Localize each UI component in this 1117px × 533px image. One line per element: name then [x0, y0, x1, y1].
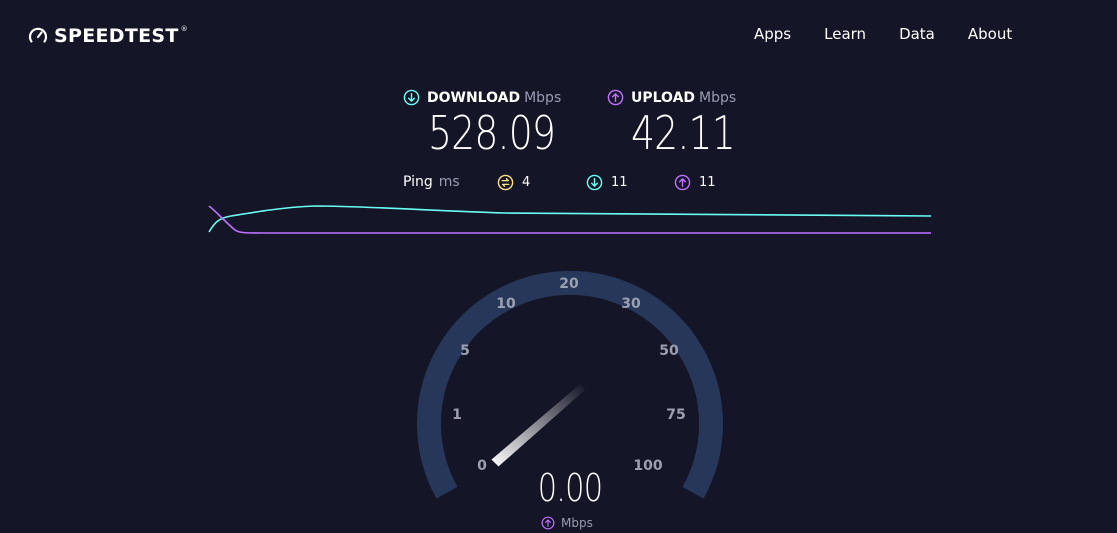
ping-download: 11: [586, 174, 628, 191]
upload-value: 42.11: [631, 106, 736, 160]
download-result: DOWNLOAD Mbps 528.09: [403, 89, 583, 160]
gauge-needle: [491, 384, 586, 467]
logo-text: SPEEDTEST: [54, 25, 179, 47]
gauge-label-75: 75: [666, 407, 686, 423]
upload-result: UPLOAD Mbps 42.11: [607, 89, 758, 160]
download-label: DOWNLOAD: [427, 89, 521, 106]
upload-speed-line: [208, 205, 931, 234]
gauge-label-100: 100: [633, 458, 663, 474]
upload-arrow-icon: [607, 89, 624, 106]
nav-about[interactable]: About: [968, 25, 1012, 43]
gauge-label-10: 10: [496, 296, 516, 312]
gauge-label-20: 20: [559, 276, 579, 292]
gauge-label-50: 50: [659, 343, 679, 359]
ping-upload: 11: [674, 174, 716, 191]
nav-apps[interactable]: Apps: [754, 25, 791, 43]
ping-download-value: 11: [611, 175, 628, 190]
ping-idle: 4: [497, 174, 530, 191]
ping-row: Ping ms: [403, 174, 460, 190]
ping-upload-value: 11: [699, 175, 716, 190]
gauge-track: [417, 270, 723, 499]
ping-idle-value: 4: [522, 175, 531, 190]
speedtest-page: SPEEDTEST ® Apps Learn Data About DOWNLO…: [0, 0, 1117, 533]
logo-trademark: ®: [180, 25, 188, 33]
current-speed-value: 0.00: [537, 466, 603, 510]
ping-unit: ms: [438, 174, 460, 190]
gauge-label-5: 5: [460, 343, 470, 359]
download-value: 528.09: [428, 106, 556, 160]
download-speed-line: [208, 205, 932, 233]
download-latency-icon: [586, 174, 603, 191]
upload-latency-icon: [674, 174, 691, 191]
idle-latency-icon: [497, 174, 514, 191]
current-speed-unit: Mbps: [541, 516, 593, 530]
gauge-logo-icon: [28, 27, 48, 43]
download-unit: Mbps: [524, 89, 562, 106]
upload-arrow-icon: [541, 516, 555, 530]
main-nav: Apps Learn Data About: [754, 25, 1012, 43]
upload-label: UPLOAD: [631, 89, 696, 106]
nav-data[interactable]: Data: [899, 25, 935, 43]
nav-learn[interactable]: Learn: [824, 25, 866, 43]
current-speed-unit-label: Mbps: [561, 516, 593, 530]
upload-unit: Mbps: [699, 89, 737, 106]
download-arrow-icon: [403, 89, 420, 106]
speed-history-graph: [208, 205, 932, 234]
ping-label: Ping: [403, 174, 433, 190]
gauge-label-1: 1: [452, 407, 462, 423]
gauge-label-30: 30: [621, 296, 641, 312]
gauge-label-0: 0: [477, 458, 487, 474]
speedtest-logo[interactable]: SPEEDTEST ®: [28, 25, 192, 47]
